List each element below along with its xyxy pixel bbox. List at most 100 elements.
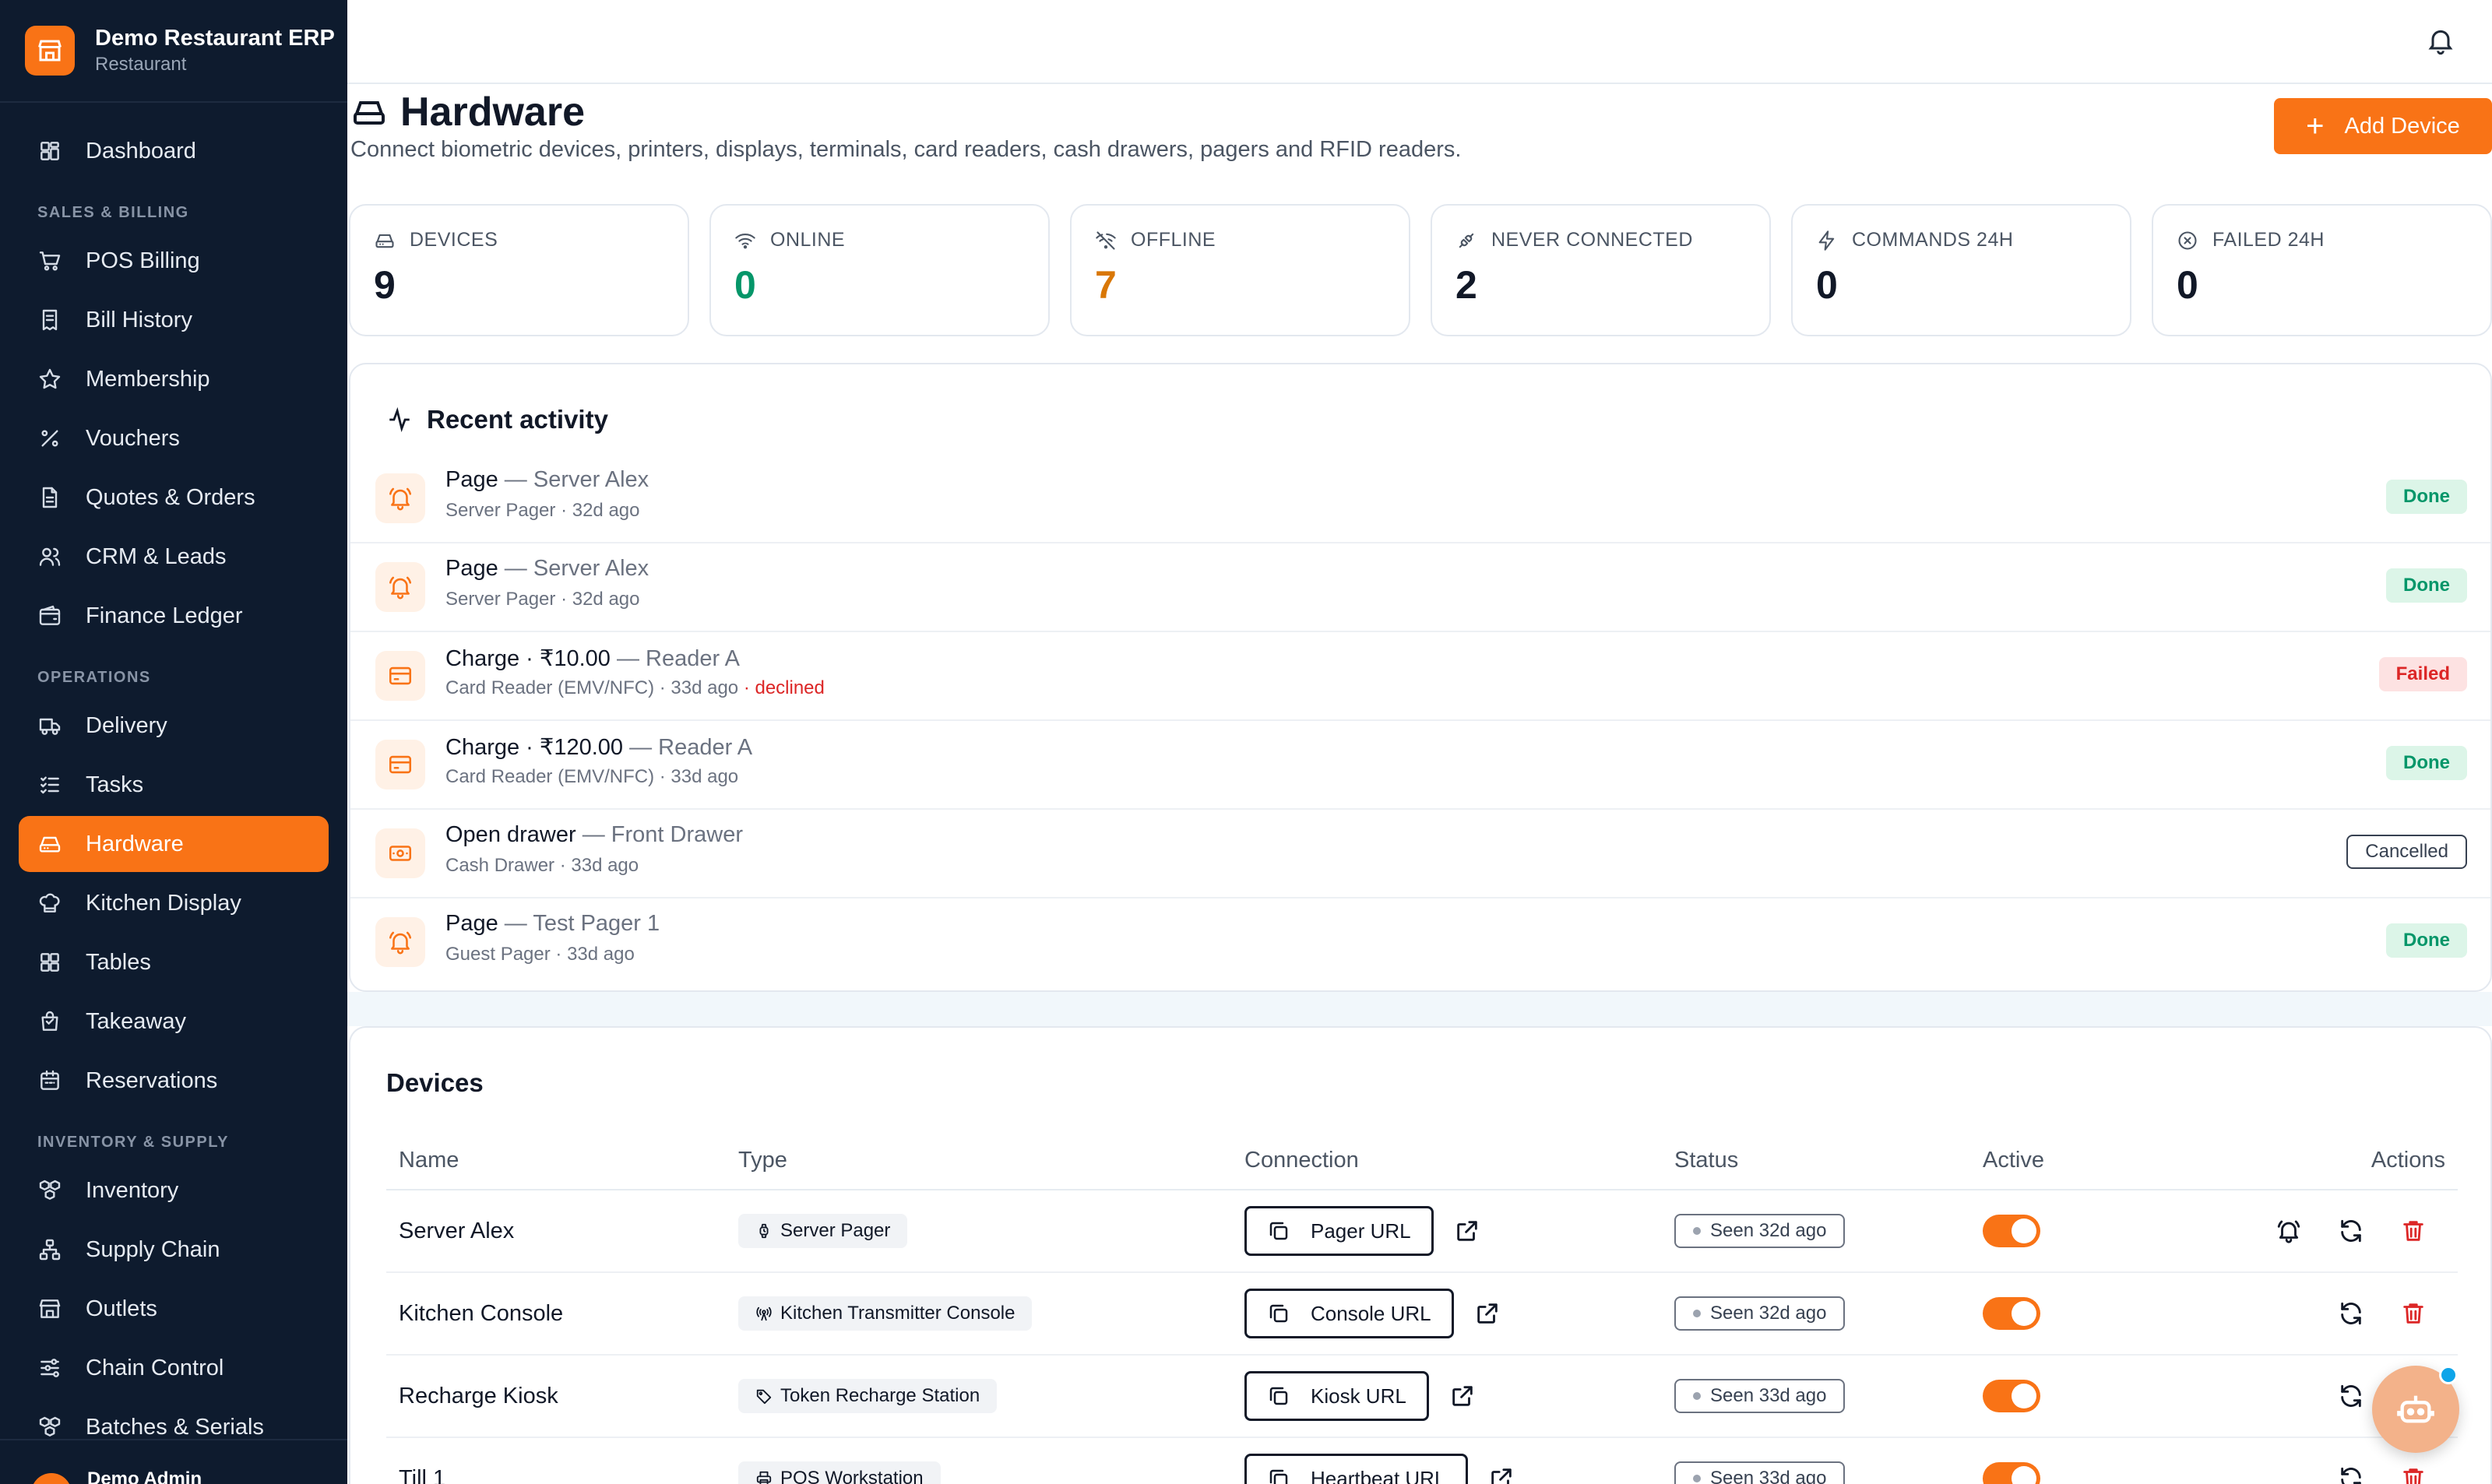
copy-connection-button[interactable]: Pager URL xyxy=(1244,1206,1434,1256)
section-divider xyxy=(347,992,2492,1026)
activity-meta-text: Server Pager · 32d ago xyxy=(445,589,640,610)
unplugged-icon xyxy=(1459,233,1474,248)
table-body: Server Alex Server Pager Pager URL Seen 32d… xyxy=(386,1190,2458,1484)
topbar xyxy=(347,0,2492,84)
zap-icon xyxy=(1818,230,1835,251)
sidebar-section-title: OPERATIONS xyxy=(37,669,151,686)
copy-connection-button[interactable]: Kiosk URL xyxy=(1244,1371,1429,1421)
activity-device: Test Pager 1 xyxy=(533,911,660,936)
sidebar-item-quotes-orders[interactable]: Quotes & Orders xyxy=(19,469,329,526)
copy-icon xyxy=(1269,1304,1288,1323)
external-link-icon xyxy=(1456,1221,1477,1241)
activity-type xyxy=(375,651,425,701)
refresh-button[interactable] xyxy=(2338,1383,2364,1409)
printer-icon xyxy=(756,1471,772,1484)
notifications-button[interactable] xyxy=(2425,25,2456,56)
add-device-label: Add Device xyxy=(2344,113,2460,139)
sidebar-item-label: Inventory xyxy=(86,1177,179,1203)
sidebar-item-outlets[interactable]: Outlets xyxy=(19,1281,329,1337)
active-toggle[interactable] xyxy=(1983,1297,2040,1330)
connection-label: Kiosk URL xyxy=(1311,1384,1406,1408)
sidebar-item-bill-history[interactable]: Bill History xyxy=(19,292,329,348)
table-header: Name Type Connection Status Active Actions xyxy=(386,1132,2458,1190)
sidebar-item-dashboard[interactable]: Dashboard xyxy=(19,123,329,179)
refresh-button[interactable] xyxy=(2338,1218,2364,1244)
sidebar-item-chain-control[interactable]: Chain Control xyxy=(19,1340,329,1396)
stat-value: 7 xyxy=(1095,263,1117,307)
sidebar-item-reservations[interactable]: Reservations xyxy=(19,1053,329,1109)
open-link-button[interactable] xyxy=(1449,1383,1476,1409)
delete-button[interactable] xyxy=(2400,1218,2427,1244)
activity-meta: Server Pager · 32d ago xyxy=(445,589,639,610)
sidebar-item-tables[interactable]: Tables xyxy=(19,934,329,990)
page-title: Hardware xyxy=(400,90,585,135)
refresh-button[interactable] xyxy=(2338,1465,2364,1484)
status-badge: Done xyxy=(2386,746,2467,780)
sidebar-item-delivery[interactable]: Delivery xyxy=(19,698,329,754)
sidebar-item-crm-leads[interactable]: CRM & Leads xyxy=(19,529,329,585)
active-toggle[interactable] xyxy=(1983,1215,2040,1247)
hard-drive-icon xyxy=(354,101,385,125)
status-dot xyxy=(1693,1227,1701,1235)
stat-label: COMMANDS 24H xyxy=(1852,229,2014,251)
refresh-button[interactable] xyxy=(2338,1300,2364,1327)
sidebar-item-takeaway[interactable]: Takeaway xyxy=(19,993,329,1050)
sidebar-item-vouchers[interactable]: Vouchers xyxy=(19,410,329,466)
copy-connection-button[interactable]: Console URL xyxy=(1244,1289,1454,1338)
sidebar-item-hardware[interactable]: Hardware xyxy=(19,816,329,872)
refresh-icon xyxy=(2341,1219,2361,1243)
sidebar-item-pos-billing[interactable]: POS Billing xyxy=(19,233,329,289)
checklist-icon xyxy=(40,776,59,794)
sidebar-item-kitchen-display[interactable]: Kitchen Display xyxy=(19,875,329,931)
stat-label: ONLINE xyxy=(770,229,846,251)
sidebar-item-tasks[interactable]: Tasks xyxy=(19,757,329,813)
list-item[interactable]: Page — Server Alex Server Pager · 32d ago… xyxy=(350,543,2490,632)
list-item[interactable]: Page — Server Alex Server Pager · 32d ago… xyxy=(350,455,2490,543)
sidebar-user[interactable]: Demo Admin xyxy=(0,1439,347,1484)
open-link-button[interactable] xyxy=(1488,1465,1515,1484)
activity-meta-text: Server Pager · 32d ago xyxy=(445,500,640,521)
list-item[interactable]: Charge · ₹10.00 — Reader A Card Reader (E… xyxy=(350,632,2490,721)
sidebar-item-label: Hardware xyxy=(86,831,184,856)
brand-name: Demo Restaurant ERP xyxy=(95,26,335,51)
activity-error: · declined xyxy=(743,677,825,698)
network-icon xyxy=(39,1239,61,1261)
brand[interactable]: Demo Restaurant ERP Restaurant xyxy=(0,0,347,103)
users-icon xyxy=(39,547,61,566)
sidebar-item-inventory[interactable]: Inventory xyxy=(19,1162,329,1218)
sidebar-item-label: Takeaway xyxy=(86,1008,186,1034)
sidebar-item-supply-chain[interactable]: Supply Chain xyxy=(19,1222,329,1278)
connection-label: Console URL xyxy=(1311,1301,1431,1325)
active-toggle[interactable] xyxy=(1983,1462,2040,1484)
device-name: Till 1 xyxy=(386,1437,726,1484)
stat-label: DEVICES xyxy=(410,229,498,251)
copy-connection-button[interactable]: Heartbeat URL xyxy=(1244,1454,1469,1484)
sidebar-item-finance-ledger[interactable]: Finance Ledger xyxy=(19,588,329,644)
list-item[interactable]: Page — Test Pager 1 Guest Pager · 33d ago… xyxy=(350,898,2490,987)
activity-action: Charge · ₹120.00 xyxy=(445,735,624,760)
activity-title: Charge · ₹10.00 — Reader A xyxy=(445,646,740,671)
delete-button[interactable] xyxy=(2400,1465,2427,1484)
sidebar-item-membership[interactable]: Membership xyxy=(19,351,329,407)
open-link-button[interactable] xyxy=(1454,1218,1480,1244)
list-item[interactable]: Charge · ₹120.00 — Reader A Card Reader (… xyxy=(350,721,2490,810)
activity-device: Front Drawer xyxy=(611,822,743,847)
column-header: Active xyxy=(1970,1132,2165,1190)
list-item[interactable]: Open drawer — Front Drawer Cash Drawer · … xyxy=(350,810,2490,898)
sidebar-item-label: Batches & Serials xyxy=(86,1414,264,1440)
activity-meta: Cash Drawer · 33d ago xyxy=(445,855,639,877)
activity-title: Charge · ₹120.00 — Reader A xyxy=(445,735,753,760)
page-button[interactable] xyxy=(2276,1218,2302,1244)
cart-icon xyxy=(39,251,61,271)
connection-label: Heartbeat URL xyxy=(1311,1466,1446,1484)
percent-icon xyxy=(41,430,58,447)
activity-meta-text: Card Reader (EMV/NFC) · 33d ago xyxy=(445,766,739,787)
device-status-text: Seen 32d ago xyxy=(1710,1303,1827,1324)
delete-button[interactable] xyxy=(2400,1300,2427,1327)
trash-icon xyxy=(2403,1303,2423,1324)
row-actions xyxy=(2177,1300,2458,1327)
add-device-button[interactable]: + Add Device xyxy=(2274,98,2492,154)
open-link-button[interactable] xyxy=(1474,1300,1501,1327)
active-toggle[interactable] xyxy=(1983,1380,2040,1412)
assistant-button[interactable] xyxy=(2372,1366,2459,1453)
